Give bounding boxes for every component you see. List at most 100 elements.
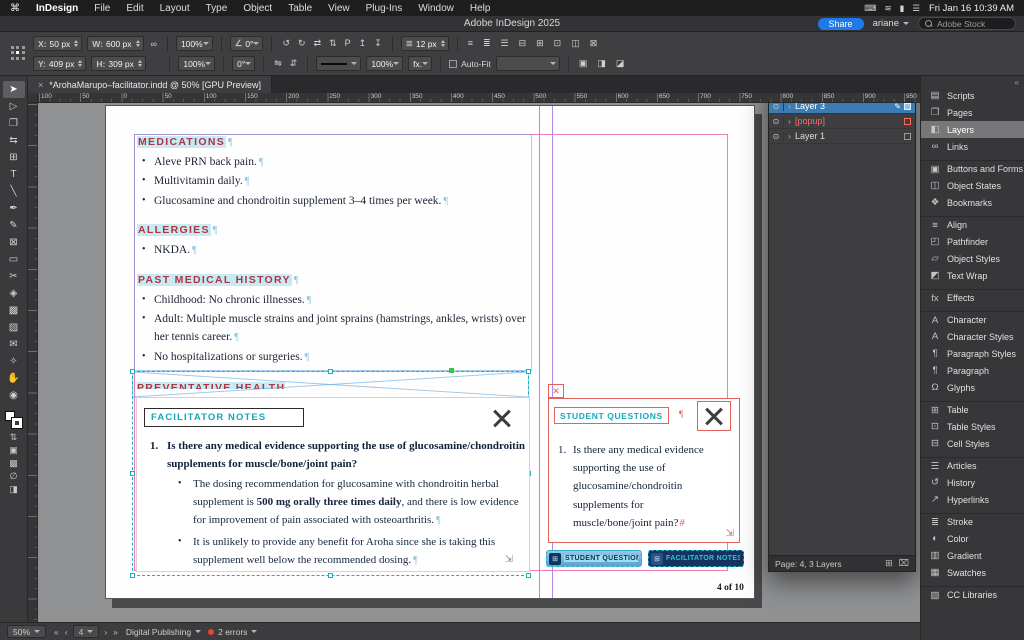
layer-row[interactable]: ⊙ › Layer 1 ✎ — [769, 129, 915, 144]
rectangle-frame-tool[interactable]: ⊠ — [3, 234, 25, 251]
selection-handle[interactable] — [130, 471, 135, 476]
gradient-feather-tool[interactable]: ▨ — [3, 319, 25, 336]
panel-color[interactable]: ◐ Color — [921, 530, 1024, 547]
fill-stroke-swatches[interactable] — [4, 410, 24, 429]
panel-buttons-forms[interactable]: ▣ Buttons and Forms — [921, 160, 1024, 177]
panel-cell-styles[interactable]: ⊟ Cell Styles — [921, 435, 1024, 452]
toolbar-mode-icon[interactable]: ▣ — [9, 446, 18, 455]
gutter-field[interactable]: ≣12 px — [401, 36, 449, 51]
x-position-field[interactable]: X:50 px — [33, 36, 82, 51]
opacity-field[interactable]: 100% — [366, 56, 403, 71]
view-option-icon[interactable]: ▣ — [577, 58, 590, 69]
page-tool[interactable]: ❐ — [3, 115, 25, 132]
status-icon[interactable]: ≋ — [885, 3, 892, 14]
delete-layer-icon[interactable]: ⌧ — [899, 558, 909, 569]
note-tool[interactable]: ✉ — [3, 336, 25, 353]
apple-menu-icon[interactable]: ⌘ — [10, 3, 20, 14]
scale-y-field[interactable]: 100% — [178, 56, 215, 71]
gap-tool[interactable]: ⇆ — [3, 132, 25, 149]
body-text-frame[interactable]: MEDICATIONS¶ •¶ ¶ •Aleve PRN back pain.¶… — [134, 134, 532, 371]
menu-item[interactable]: Plug-Ins — [358, 3, 411, 14]
toolbar-mode-icon[interactable]: ⇅ — [10, 433, 18, 442]
reference-point-proxy[interactable] — [11, 46, 26, 61]
selection-tool[interactable]: ➤ — [3, 81, 25, 98]
menu-item[interactable]: Edit — [118, 3, 151, 14]
autofit-checkbox[interactable]: Auto-Fit — [449, 59, 491, 69]
panel-text-wrap[interactable]: ◩ Text Wrap — [921, 267, 1024, 284]
align-icon[interactable]: ≣ — [481, 38, 493, 49]
menu-item[interactable]: Type — [198, 3, 236, 14]
panel-paragraph[interactable]: ¶ Paragraph — [921, 362, 1024, 379]
student-questions-popup[interactable]: STUDENT QUESTIONS ¶ 1. Is there any medi… — [548, 398, 740, 543]
object-style-dropdown[interactable] — [496, 56, 560, 71]
resize-handle-icon[interactable]: ⇲ — [726, 528, 734, 539]
align-icon[interactable]: ◫ — [569, 38, 582, 49]
transform-icon[interactable]: ↥ — [357, 38, 369, 49]
transform-icon[interactable]: ⇅ — [327, 38, 339, 49]
rectangle-tool[interactable]: ▭ — [3, 251, 25, 268]
selection-handle[interactable] — [130, 369, 135, 374]
pencil-tool[interactable]: ✎ — [3, 217, 25, 234]
panel-links[interactable]: ∞ Links — [921, 138, 1024, 155]
zoom-tool[interactable]: ◉ — [3, 387, 25, 404]
line-tool[interactable]: ╲ — [3, 183, 25, 200]
panel-scripts[interactable]: ▤ Scripts — [921, 87, 1024, 104]
adobe-stock-search[interactable]: Adobe Stock — [918, 17, 1016, 30]
panel-layers[interactable]: ◧ Layers — [921, 121, 1024, 138]
disclosure-icon[interactable]: › — [784, 117, 795, 126]
close-tab-icon[interactable]: × — [38, 80, 43, 90]
toolbar-mode-icon[interactable]: ▩ — [9, 459, 18, 468]
flip-icon[interactable]: ⇋ — [272, 58, 284, 69]
flip-icon[interactable]: ⇵ — [288, 58, 300, 69]
pen-tool[interactable]: ✒ — [3, 200, 25, 217]
panel-table[interactable]: ⊞ Table — [921, 401, 1024, 418]
panel-pathfinder[interactable]: ◰ Pathfinder — [921, 233, 1024, 250]
gradient-swatch-tool[interactable]: ▩ — [3, 302, 25, 319]
menu-item[interactable]: Help — [462, 3, 499, 14]
scale-x-field[interactable]: 100% — [176, 36, 213, 51]
collapsed-frame-marker[interactable]: ✕ — [548, 384, 564, 398]
hand-tool[interactable]: ✋ — [3, 370, 25, 387]
stroke-type-dropdown[interactable] — [316, 56, 361, 71]
facilitator-notes-button[interactable]: ⊞ FACILITATOR NOTES — [648, 550, 744, 567]
panel-history[interactable]: ↺ History — [921, 474, 1024, 491]
facilitator-notes-popup[interactable]: FACILITATOR NOTES 1. Is there any medica… — [136, 397, 530, 572]
toolbar-mode-icon[interactable]: ◨ — [9, 485, 18, 494]
menu-item[interactable]: View — [320, 3, 358, 14]
align-icon[interactable]: ☰ — [499, 38, 511, 49]
transform-icon[interactable]: ↧ — [372, 38, 384, 49]
panel-articles[interactable]: ☰ Articles — [921, 457, 1024, 474]
last-page-button[interactable]: » — [112, 627, 119, 637]
layer-row[interactable]: ⊙ › [popup] ✎ — [769, 114, 915, 129]
direct-selection-tool[interactable]: ▷ — [3, 98, 25, 115]
scissors-tool[interactable]: ✂ — [3, 268, 25, 285]
menu-item[interactable]: Layout — [152, 3, 198, 14]
panel-table-styles[interactable]: ⊡ Table Styles — [921, 418, 1024, 435]
free-transform-tool[interactable]: ◈ — [3, 285, 25, 302]
next-page-button[interactable]: › — [103, 627, 108, 637]
panel-object-states[interactable]: ◫ Object States — [921, 177, 1024, 194]
vertical-ruler[interactable] — [28, 103, 38, 622]
previous-page-button[interactable]: ‹ — [64, 627, 69, 637]
close-icon[interactable] — [490, 406, 514, 430]
menu-item[interactable]: InDesign — [28, 3, 86, 14]
panel-cc-libraries[interactable]: ▧ CC Libraries — [921, 586, 1024, 603]
panel-pages[interactable]: ❐ Pages — [921, 104, 1024, 121]
close-icon[interactable] — [702, 404, 726, 428]
resize-handle-icon[interactable]: ⇲ — [505, 554, 513, 565]
status-icon[interactable]: ☰ — [912, 3, 920, 14]
height-field[interactable]: H:309 px — [91, 56, 146, 71]
transform-icon[interactable]: ↺ — [280, 38, 292, 49]
panel-object-styles[interactable]: ▱ Object Styles — [921, 250, 1024, 267]
new-layer-icon[interactable]: ⊞ — [885, 558, 893, 569]
first-page-button[interactable]: « — [53, 627, 60, 637]
ruler-origin-corner[interactable] — [28, 93, 38, 103]
align-icon[interactable]: ⊠ — [588, 38, 600, 49]
content-collector-tool[interactable]: ⊞ — [3, 149, 25, 166]
layer-selection-square[interactable] — [904, 133, 911, 140]
panel-bookmarks[interactable]: ❖ Bookmarks — [921, 194, 1024, 211]
menu-item[interactable]: Window — [410, 3, 462, 14]
document-tab[interactable]: × *ArohaMarupo–facilitator.indd @ 50% [G… — [28, 76, 272, 93]
selection-handle[interactable] — [526, 369, 531, 374]
menu-item[interactable]: Table — [280, 3, 320, 14]
